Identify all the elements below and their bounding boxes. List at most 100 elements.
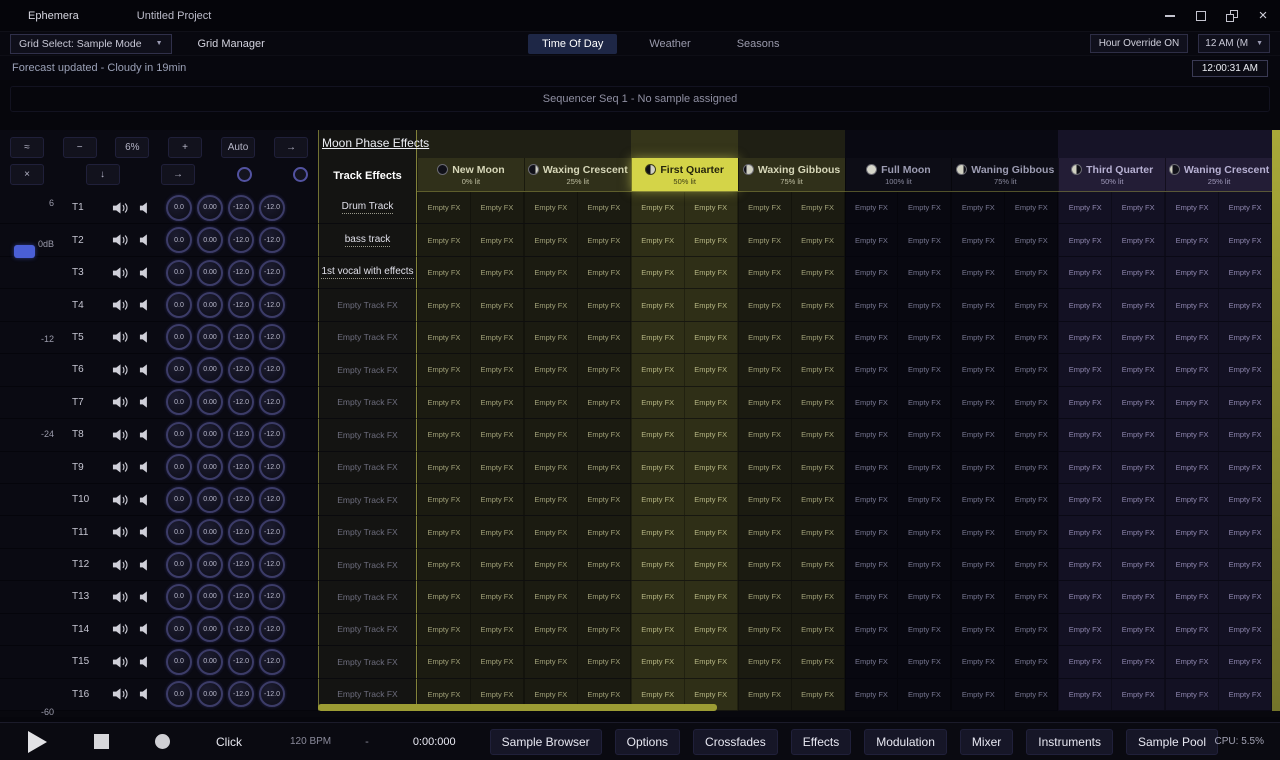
fx-cell[interactable]: Empty FX [685, 192, 738, 223]
volume-icon[interactable] [108, 655, 133, 669]
fx-cell[interactable]: Empty FX [685, 289, 738, 320]
zoom-button[interactable]: + [168, 137, 202, 158]
mute-icon[interactable] [133, 460, 158, 474]
zoom-button[interactable]: × [10, 164, 44, 185]
mixer-knob[interactable]: -12.0 [228, 487, 254, 513]
volume-icon[interactable] [108, 330, 133, 344]
zoom-knob[interactable] [293, 167, 308, 182]
fx-cell[interactable]: Empty FX [1219, 614, 1272, 645]
fx-cell[interactable]: Empty FX [1059, 224, 1112, 255]
fx-cell[interactable]: Empty FX [1112, 646, 1165, 677]
fx-cell[interactable]: Empty FX [739, 646, 792, 677]
fx-cell[interactable]: Empty FX [1166, 224, 1219, 255]
fx-cell[interactable]: Empty FX [846, 419, 899, 450]
fx-cell[interactable]: Empty FX [418, 484, 471, 515]
mixer-knob[interactable]: 0.0 [166, 616, 192, 642]
fx-cell[interactable]: Empty FX [952, 516, 1005, 547]
track-fx-slot[interactable]: Empty Track FX [318, 322, 417, 353]
fx-cell[interactable]: Empty FX [792, 257, 845, 288]
mixer-knob[interactable]: 0.0 [166, 487, 192, 513]
fx-cell[interactable]: Empty FX [578, 581, 631, 612]
fx-cell[interactable]: Empty FX [418, 452, 471, 483]
tab-seasons[interactable]: Seasons [723, 34, 794, 54]
track-fx-slot[interactable]: 1st vocal with effects [318, 257, 417, 288]
track-fx-slot[interactable]: Empty Track FX [318, 354, 417, 385]
fx-cell[interactable]: Empty FX [952, 354, 1005, 385]
fx-cell[interactable]: Empty FX [1219, 192, 1272, 223]
mixer-knob[interactable]: -12.0 [259, 195, 285, 221]
fx-cell[interactable]: Empty FX [792, 679, 845, 710]
mixer-knob[interactable]: 0.0 [166, 519, 192, 545]
fx-cell[interactable]: Empty FX [418, 257, 471, 288]
fx-cell[interactable]: Empty FX [632, 354, 685, 385]
fx-cell[interactable]: Empty FX [898, 646, 951, 677]
mute-icon[interactable] [133, 298, 158, 312]
zoom-button[interactable]: Auto [221, 137, 256, 158]
zoom-knob[interactable] [237, 167, 252, 182]
mute-icon[interactable] [133, 590, 158, 604]
mixer-knob[interactable]: -12.0 [228, 552, 254, 578]
track-fx-slot[interactable]: Empty Track FX [318, 646, 417, 677]
fx-cell[interactable]: Empty FX [952, 452, 1005, 483]
volume-icon[interactable] [108, 525, 133, 539]
fx-cell[interactable]: Empty FX [525, 452, 578, 483]
fx-cell[interactable]: Empty FX [898, 387, 951, 418]
fx-cell[interactable]: Empty FX [1219, 679, 1272, 710]
fx-cell[interactable]: Empty FX [1219, 646, 1272, 677]
mixer-knob[interactable]: 0.0 [166, 260, 192, 286]
fx-cell[interactable]: Empty FX [578, 614, 631, 645]
mixer-knob[interactable]: 0.0 [166, 649, 192, 675]
panel-button-instruments[interactable]: Instruments [1026, 729, 1113, 755]
track-fx-slot[interactable]: Empty Track FX [318, 549, 417, 580]
mixer-knob[interactable]: -12.0 [259, 260, 285, 286]
fx-cell[interactable]: Empty FX [632, 224, 685, 255]
fx-cell[interactable]: Empty FX [1059, 646, 1112, 677]
fx-cell[interactable]: Empty FX [792, 387, 845, 418]
fx-cell[interactable]: Empty FX [1166, 192, 1219, 223]
mixer-knob[interactable]: -12.0 [259, 584, 285, 610]
mixer-knob[interactable]: 0.00 [197, 389, 223, 415]
fx-cell[interactable]: Empty FX [632, 516, 685, 547]
mixer-knob[interactable]: 0.00 [197, 324, 223, 350]
fx-cell[interactable]: Empty FX [1219, 289, 1272, 320]
column-header-waxing-crescent[interactable]: Waxing Crescent25% lit [524, 158, 631, 191]
fx-cell[interactable]: Empty FX [1166, 581, 1219, 612]
fx-cell[interactable]: Empty FX [1005, 452, 1058, 483]
volume-icon[interactable] [108, 233, 133, 247]
fx-cell[interactable]: Empty FX [418, 322, 471, 353]
volume-icon[interactable] [108, 266, 133, 280]
fx-cell[interactable]: Empty FX [632, 484, 685, 515]
fx-cell[interactable]: Empty FX [898, 419, 951, 450]
mixer-knob[interactable]: 0.00 [197, 649, 223, 675]
fx-cell[interactable]: Empty FX [1166, 289, 1219, 320]
fx-cell[interactable]: Empty FX [632, 581, 685, 612]
fx-cell[interactable]: Empty FX [1112, 484, 1165, 515]
fx-cell[interactable]: Empty FX [952, 581, 1005, 612]
fx-cell[interactable]: Empty FX [1005, 679, 1058, 710]
mixer-knob[interactable]: -12.0 [259, 519, 285, 545]
fx-cell[interactable]: Empty FX [1005, 549, 1058, 580]
fx-cell[interactable]: Empty FX [846, 646, 899, 677]
fx-cell[interactable]: Empty FX [578, 484, 631, 515]
fx-cell[interactable]: Empty FX [1166, 257, 1219, 288]
mixer-knob[interactable]: -12.0 [228, 519, 254, 545]
fx-cell[interactable]: Empty FX [525, 419, 578, 450]
fx-cell[interactable]: Empty FX [418, 549, 471, 580]
fx-cell[interactable]: Empty FX [685, 452, 738, 483]
fx-cell[interactable]: Empty FX [952, 257, 1005, 288]
fx-cell[interactable]: Empty FX [739, 322, 792, 353]
mixer-knob[interactable]: 0.00 [197, 487, 223, 513]
fx-cell[interactable]: Empty FX [471, 289, 524, 320]
fx-cell[interactable]: Empty FX [525, 354, 578, 385]
grid-select-dropdown[interactable]: Grid Select: Sample Mode ▼ [10, 34, 172, 54]
fx-cell[interactable]: Empty FX [418, 354, 471, 385]
mixer-knob[interactable]: -12.0 [259, 292, 285, 318]
mixer-knob[interactable]: 0.0 [166, 454, 192, 480]
fx-cell[interactable]: Empty FX [525, 581, 578, 612]
track-fx-slot[interactable]: Empty Track FX [318, 614, 417, 645]
fx-cell[interactable]: Empty FX [1112, 289, 1165, 320]
fx-cell[interactable]: Empty FX [471, 257, 524, 288]
mixer-knob[interactable]: 0.00 [197, 292, 223, 318]
fx-cell[interactable]: Empty FX [952, 224, 1005, 255]
fx-cell[interactable]: Empty FX [1219, 452, 1272, 483]
